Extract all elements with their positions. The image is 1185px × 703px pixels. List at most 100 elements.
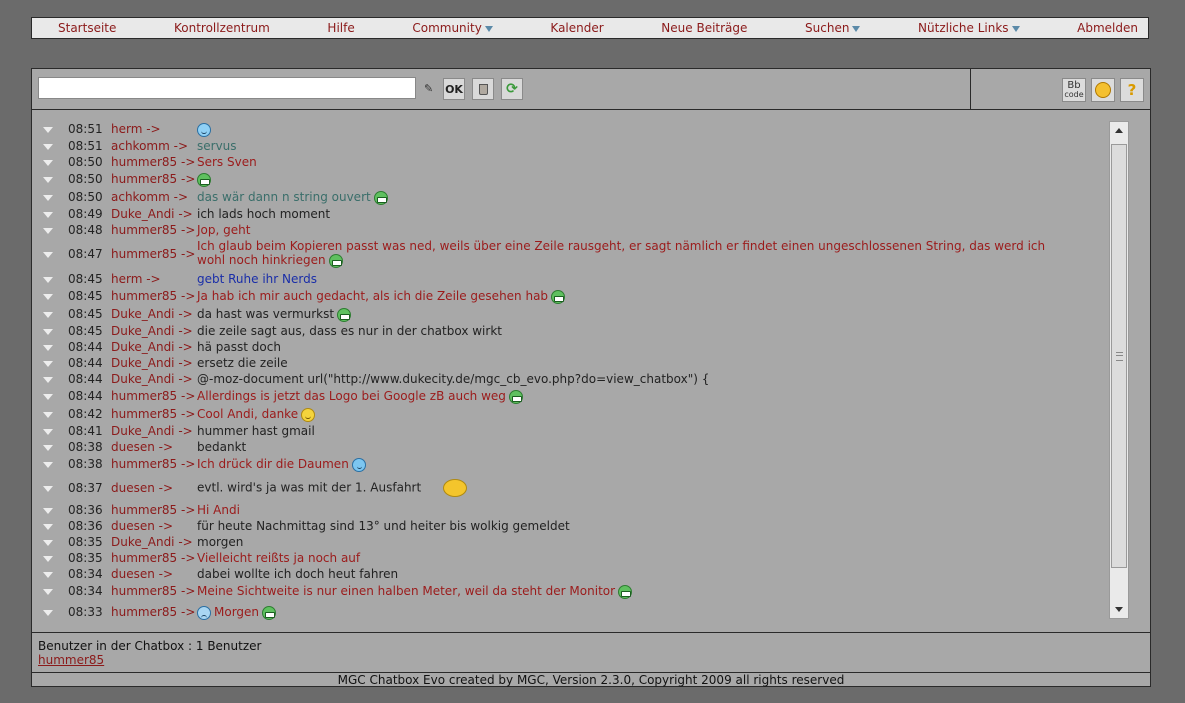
message-text-content: dabei wollte ich doch heut fahren bbox=[197, 567, 399, 581]
message-author[interactable]: hummer85 -> bbox=[111, 247, 195, 261]
message-menu-arrow-icon[interactable] bbox=[43, 277, 53, 283]
message-author[interactable]: Duke_Andi -> bbox=[111, 324, 193, 338]
message-text-content: @-moz-document url("http://www.dukecity.… bbox=[197, 372, 710, 386]
sad-smiley-icon bbox=[197, 605, 211, 620]
refresh-button[interactable]: ⟳ bbox=[501, 78, 523, 100]
nav-item-abmelden[interactable]: Abmelden bbox=[1077, 21, 1138, 35]
message-author[interactable]: hummer85 -> bbox=[111, 407, 195, 421]
message-menu-arrow-icon[interactable] bbox=[43, 540, 53, 546]
message-author[interactable]: hummer85 -> bbox=[111, 503, 195, 517]
message-text: Jop, geht bbox=[197, 223, 1047, 237]
message-author[interactable]: hummer85 -> bbox=[111, 389, 195, 403]
scroll-down-icon[interactable] bbox=[1115, 607, 1123, 612]
message-author[interactable]: hummer85 -> bbox=[111, 172, 195, 186]
message-text-content: da hast was vermurkst bbox=[197, 307, 335, 321]
message-menu-arrow-icon[interactable] bbox=[43, 589, 53, 595]
message-author[interactable]: Duke_Andi -> bbox=[111, 307, 193, 321]
nav-item-label: Suchen bbox=[805, 21, 850, 35]
message-menu-arrow-icon[interactable] bbox=[43, 572, 53, 578]
message-menu-arrow-icon[interactable] bbox=[43, 377, 53, 383]
nav-item-community[interactable]: Community bbox=[412, 21, 493, 35]
message-menu-arrow-icon[interactable] bbox=[43, 160, 53, 166]
message-author[interactable]: hummer85 -> bbox=[111, 223, 195, 237]
message-text: bedankt bbox=[197, 440, 1047, 454]
message-menu-arrow-icon[interactable] bbox=[43, 524, 53, 530]
nav-item-kontrollzentrum[interactable]: Kontrollzentrum bbox=[174, 21, 270, 35]
nav-item-label: Community bbox=[412, 21, 482, 35]
message-text: dabei wollte ich doch heut fahren bbox=[197, 567, 1047, 581]
message-menu-arrow-icon[interactable] bbox=[43, 144, 53, 150]
message-author[interactable]: Duke_Andi -> bbox=[111, 424, 193, 438]
message-time: 08:50 bbox=[68, 172, 103, 186]
nav-item-label: Kalender bbox=[550, 21, 604, 35]
send-ok-button[interactable]: OK bbox=[443, 78, 465, 100]
message-menu-arrow-icon[interactable] bbox=[43, 195, 53, 201]
message-menu-arrow-icon[interactable] bbox=[43, 312, 53, 318]
nav-item-neue-beiträge[interactable]: Neue Beiträge bbox=[661, 21, 747, 35]
nav-item-nützliche-links[interactable]: Nützliche Links bbox=[918, 21, 1020, 35]
bbcode-button[interactable]: Bb code bbox=[1062, 78, 1086, 102]
message-text-content: Allerdings is jetzt das Logo bei Google … bbox=[197, 389, 506, 403]
smilies-button[interactable] bbox=[1091, 78, 1115, 102]
message-menu-arrow-icon[interactable] bbox=[43, 345, 53, 351]
message-menu-arrow-icon[interactable] bbox=[43, 329, 53, 335]
scroll-thumb[interactable] bbox=[1111, 144, 1127, 568]
nav-item-hilfe[interactable]: Hilfe bbox=[327, 21, 354, 35]
message-time: 08:51 bbox=[68, 139, 103, 153]
nav-item-suchen[interactable]: Suchen bbox=[805, 21, 861, 35]
message-menu-arrow-icon[interactable] bbox=[43, 445, 53, 451]
nav-item-label: Hilfe bbox=[327, 21, 355, 35]
message-menu-arrow-icon[interactable] bbox=[43, 486, 53, 492]
message-author[interactable]: achkomm -> bbox=[111, 190, 188, 204]
message-menu-arrow-icon[interactable] bbox=[43, 177, 53, 183]
message-author[interactable]: hummer85 -> bbox=[111, 457, 195, 471]
message-author[interactable]: Duke_Andi -> bbox=[111, 340, 193, 354]
user-link[interactable]: hummer85 bbox=[38, 653, 104, 667]
cool-smiley-icon bbox=[197, 122, 211, 137]
grin-smiley-icon bbox=[618, 584, 633, 599]
nav-item-kalender[interactable]: Kalender bbox=[550, 21, 603, 35]
scroll-up-icon[interactable] bbox=[1115, 128, 1123, 133]
message-menu-arrow-icon[interactable] bbox=[43, 412, 53, 418]
message-author[interactable]: hummer85 -> bbox=[111, 155, 195, 169]
message-author[interactable]: hummer85 -> bbox=[111, 289, 195, 303]
message-text: Morgen bbox=[197, 605, 1047, 620]
message-author[interactable]: Duke_Andi -> bbox=[111, 356, 193, 370]
message-author[interactable]: duesen -> bbox=[111, 481, 173, 495]
message-text: Allerdings is jetzt das Logo bei Google … bbox=[197, 389, 1047, 404]
message-author[interactable]: Duke_Andi -> bbox=[111, 372, 193, 386]
message-menu-arrow-icon[interactable] bbox=[43, 462, 53, 468]
message-author[interactable]: Duke_Andi -> bbox=[111, 207, 193, 221]
message-menu-arrow-icon[interactable] bbox=[43, 127, 53, 133]
message-menu-arrow-icon[interactable] bbox=[43, 429, 53, 435]
message-author[interactable]: Duke_Andi -> bbox=[111, 535, 193, 549]
message-menu-arrow-icon[interactable] bbox=[43, 610, 53, 616]
nav-item-label: Neue Beiträge bbox=[661, 21, 748, 35]
message-author[interactable]: herm -> bbox=[111, 272, 161, 286]
message-author[interactable]: hummer85 -> bbox=[111, 605, 195, 619]
message-menu-arrow-icon[interactable] bbox=[43, 556, 53, 562]
message-menu-arrow-icon[interactable] bbox=[43, 228, 53, 234]
message-author[interactable]: duesen -> bbox=[111, 519, 173, 533]
message-author[interactable]: hummer85 -> bbox=[111, 551, 195, 565]
message-menu-arrow-icon[interactable] bbox=[43, 212, 53, 218]
message-author[interactable]: hummer85 -> bbox=[111, 584, 195, 598]
message-text-content: Jop, geht bbox=[197, 223, 251, 237]
message-author[interactable]: duesen -> bbox=[111, 567, 173, 581]
message-scrollbar[interactable] bbox=[1109, 121, 1129, 619]
nav-item-startseite[interactable]: Startseite bbox=[58, 21, 116, 35]
message-author[interactable]: duesen -> bbox=[111, 440, 173, 454]
clear-trash-button[interactable] bbox=[472, 78, 494, 100]
message-menu-arrow-icon[interactable] bbox=[43, 508, 53, 514]
pen-icon: ✎ bbox=[424, 82, 434, 95]
chat-message-input[interactable] bbox=[38, 77, 416, 99]
help-button[interactable]: ? bbox=[1120, 78, 1144, 102]
message-author[interactable]: achkomm -> bbox=[111, 139, 188, 153]
message-time: 08:47 bbox=[68, 247, 103, 261]
message-menu-arrow-icon[interactable] bbox=[43, 252, 53, 258]
message-menu-arrow-icon[interactable] bbox=[43, 294, 53, 300]
message-menu-arrow-icon[interactable] bbox=[43, 394, 53, 400]
message-author[interactable]: herm -> bbox=[111, 122, 161, 136]
message-time: 08:44 bbox=[68, 356, 103, 370]
message-menu-arrow-icon[interactable] bbox=[43, 361, 53, 367]
